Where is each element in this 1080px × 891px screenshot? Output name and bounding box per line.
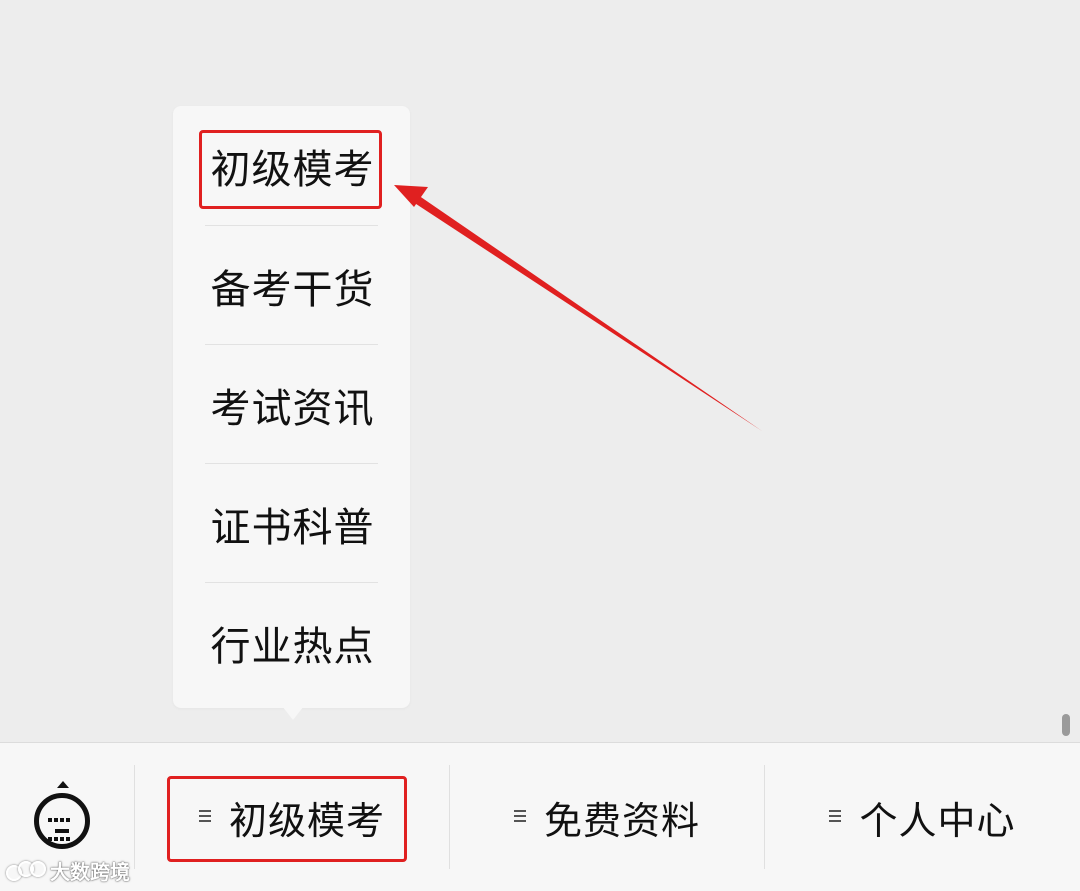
menu-lines-icon [829,807,842,825]
highlight-box-submenu [199,130,382,209]
watermark: 大数跨境 [6,856,130,885]
popup-pointer [282,706,304,720]
menu-button-personal-center[interactable]: 个人中心 [765,743,1080,891]
submenu-item-study-tips[interactable]: 备考干货 [173,226,410,345]
chat-screen: 初级模考 备考干货 考试资讯 证书科普 行业热点 初级模考 免费资料 个人中心 … [0,0,1080,891]
keyboard-keys [47,809,77,847]
menu-button-label: 个人中心 [859,799,1016,843]
highlight-box-bottom-menu [167,776,407,862]
bottom-menu-bar: 初级模考 免费资料 个人中心 [0,742,1080,891]
submenu-item-certificate-info[interactable]: 证书科普 [173,464,410,583]
watermark-text: 大数跨境 [50,860,130,884]
submenu-item-label: 备考干货 [210,266,375,313]
menu-button-label: 免费资料 [543,799,700,843]
keyboard-spacebar [55,829,69,833]
arrow-shaft [410,193,762,431]
submenu-item-label: 行业热点 [210,623,375,670]
submenu-item-exam-news[interactable]: 考试资讯 [173,345,410,464]
watermark-logo-icon [6,859,46,883]
submenu-item-label: 考试资讯 [210,385,375,432]
menu-lines-icon [513,807,526,825]
submenu-item-industry-news[interactable]: 行业热点 [173,583,410,702]
scrollbar[interactable] [1062,714,1070,736]
chevron-up-icon [57,781,69,788]
menu-button-free-materials[interactable]: 免费资料 [450,743,764,891]
submenu-item-label: 证书科普 [210,504,375,551]
